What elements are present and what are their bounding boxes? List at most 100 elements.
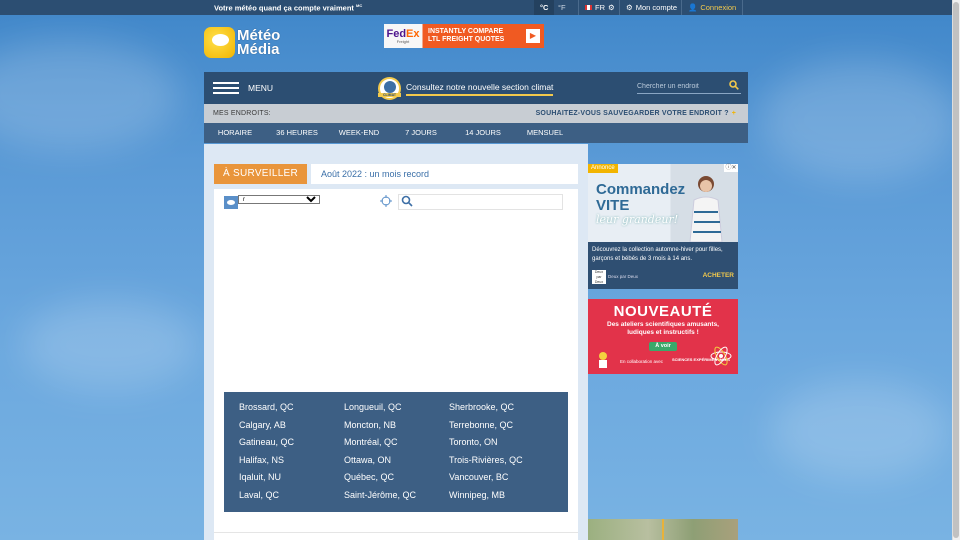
watch-tag: À SURVEILLER: [214, 164, 307, 184]
atom-icon: [710, 346, 732, 366]
city-link[interactable]: Gatineau, QC: [239, 437, 344, 455]
weather-map-card: r Brossard, QC Longueuil, QC Sherbrooke,…: [214, 189, 578, 540]
ad-headline: Commandez VITE: [596, 182, 685, 214]
climat-section-link[interactable]: Consultez notre nouvelle section climat: [406, 82, 554, 96]
my-places-label: MES ENDROITS:: [213, 110, 271, 117]
city-link[interactable]: Winnipeg, MB: [449, 490, 554, 508]
brand-name: Deux par Deux: [608, 274, 639, 279]
my-account-label: Mon compte: [635, 3, 678, 12]
user-icon: 👤: [688, 3, 698, 12]
climat-badge-label: CLIMAT: [378, 93, 401, 97]
climat-globe-icon[interactable]: CLIMAT: [378, 77, 401, 100]
city-link[interactable]: Sherbrooke, QC: [449, 402, 554, 420]
city-link[interactable]: Terrebonne, QC: [449, 420, 554, 438]
city-link[interactable]: Ottawa, ON: [344, 455, 449, 473]
save-location-prompt[interactable]: SOUHAITEZ-VOUS SAUVEGARDER VOTRE ENDROIT…: [536, 110, 736, 117]
locate-crosshair-icon[interactable]: [380, 195, 392, 207]
city-link[interactable]: Brossard, QC: [239, 402, 344, 420]
city-link[interactable]: Iqaluit, NU: [239, 472, 344, 490]
main-content: À SURVEILLER Août 2022 : un mois record …: [204, 144, 588, 540]
tab-week-end[interactable]: WEEK-END: [328, 123, 390, 143]
city-list: Brossard, QC Longueuil, QC Sherbrooke, Q…: [224, 392, 568, 512]
city-link[interactable]: Halifax, NS: [239, 455, 344, 473]
fedex-sub: Freight: [396, 39, 410, 44]
tab-mensuel[interactable]: MENSUEL: [514, 123, 576, 143]
satellite-map-ad[interactable]: [588, 519, 738, 540]
ad-headline-1: Commandez: [596, 181, 686, 198]
scientist-icon: [599, 352, 607, 368]
my-account-link[interactable]: ⚙ Mon compte: [619, 0, 683, 15]
background-cloud: [770, 380, 950, 480]
map-layer-icon[interactable]: [224, 196, 238, 209]
city-link[interactable]: Longueuil, QC: [344, 402, 449, 420]
tab-14-jours[interactable]: 14 JOURS: [452, 123, 514, 143]
fahrenheit-toggle[interactable]: °F: [552, 0, 572, 15]
map-layer-select[interactable]: r: [238, 195, 320, 204]
ad-title: NOUVEAUTÉ: [613, 303, 713, 320]
menu-button[interactable]: MENU: [248, 83, 273, 93]
gear-icon: ⚙: [626, 3, 633, 12]
fedex-banner-ad[interactable]: FedEx Freight INSTANTLY COMPARE LTL FREI…: [384, 24, 544, 48]
scrollbar-thumb[interactable]: [953, 2, 959, 538]
my-places-bar: MES ENDROITS: SOUHAITEZ-VOUS SAUVEGARDER…: [204, 104, 748, 123]
search-icon[interactable]: [401, 195, 413, 207]
background-cloud: [20, 300, 200, 390]
language-selector[interactable]: FR ⚙: [578, 0, 621, 15]
collab-text: En collaboration avec: [620, 359, 664, 364]
location-search-input[interactable]: [637, 80, 723, 93]
login-label: Connexion: [700, 3, 737, 12]
plus-icon: +: [731, 110, 736, 117]
language-label: FR: [595, 3, 605, 12]
divider: [214, 532, 578, 533]
logo-sun-icon: [204, 27, 235, 58]
logo-wordmark: Météo Média: [237, 28, 280, 58]
location-search: [637, 80, 741, 94]
top-bar: Votre météo quand ça compte vraiment MC …: [0, 0, 952, 15]
watch-headline-link[interactable]: Août 2022 : un mois record: [311, 164, 578, 184]
tagline: Votre météo quand ça compte vraiment MC: [214, 3, 363, 13]
ad-image: Commandez VITE leur grandeur!: [588, 164, 738, 242]
brand-logo: Deux par Deux: [592, 270, 606, 284]
city-link[interactable]: Québec, QC: [344, 472, 449, 490]
fedex-line2: LTL FREIGHT QUOTES: [428, 36, 505, 43]
save-location-text: SOUHAITEZ-VOUS SAUVEGARDER VOTRE ENDROIT…: [535, 110, 729, 117]
tab-7-jours[interactable]: 7 JOURS: [390, 123, 452, 143]
science-workshop-ad[interactable]: NOUVEAUTÉ Des ateliers scientifiques amu…: [588, 299, 738, 374]
main-menu-bar: MENU CLIMAT Consultez notre nouvelle sec…: [204, 72, 748, 104]
search-icon[interactable]: [729, 80, 739, 90]
tab-horaire[interactable]: HORAIRE: [204, 123, 266, 143]
forecast-tabs: HORAIRE 36 HEURES WEEK-END 7 JOURS 14 JO…: [204, 123, 748, 143]
city-link[interactable]: Moncton, NB: [344, 420, 449, 438]
background-cloud: [0, 40, 180, 150]
logo-line2: Média: [237, 40, 280, 58]
buy-button[interactable]: ACHETER: [703, 272, 734, 279]
city-link[interactable]: Saint-Jérôme, QC: [344, 490, 449, 508]
fedex-line1: INSTANTLY COMPARE: [428, 28, 504, 35]
city-link[interactable]: Trois-Rivières, QC: [449, 455, 554, 473]
tab-36-heures[interactable]: 36 HEURES: [266, 123, 328, 143]
ad-headline-2: VITE: [596, 197, 630, 214]
city-link[interactable]: Toronto, ON: [449, 437, 554, 455]
meteomedia-logo[interactable]: Météo Média: [204, 27, 280, 58]
play-arrow-icon[interactable]: ▶: [526, 29, 540, 43]
map-search-input[interactable]: [398, 194, 563, 210]
fedex-ad-text: INSTANTLY COMPARE LTL FREIGHT QUOTES: [422, 28, 526, 44]
ad-subtitle: Des ateliers scientifiques amusants, lud…: [607, 321, 719, 336]
clothing-banner-ad[interactable]: Commandez VITE leur grandeur! Annonce ⓘ✕…: [588, 164, 738, 289]
gear-icon: ⚙: [608, 3, 615, 12]
city-link[interactable]: Montréal, QC: [344, 437, 449, 455]
page-scrollbar[interactable]: [952, 0, 960, 540]
city-link[interactable]: Calgary, AB: [239, 420, 344, 438]
ad-label: Annonce: [588, 164, 618, 173]
background-cloud: [760, 60, 960, 180]
see-more-button[interactable]: À voir: [649, 342, 677, 351]
child-model-image: [689, 176, 723, 242]
city-link[interactable]: Laval, QC: [239, 490, 344, 508]
ad-description: Découvrez la collection automne-hiver po…: [592, 247, 723, 262]
login-link[interactable]: 👤 Connexion: [681, 0, 744, 15]
hamburger-menu-icon[interactable]: [213, 82, 239, 94]
ad-close-icon[interactable]: ⓘ✕: [724, 164, 738, 172]
canada-flag-icon: [585, 5, 592, 10]
city-link[interactable]: Vancouver, BC: [449, 472, 554, 490]
fedex-logo: FedEx Freight: [384, 28, 422, 44]
